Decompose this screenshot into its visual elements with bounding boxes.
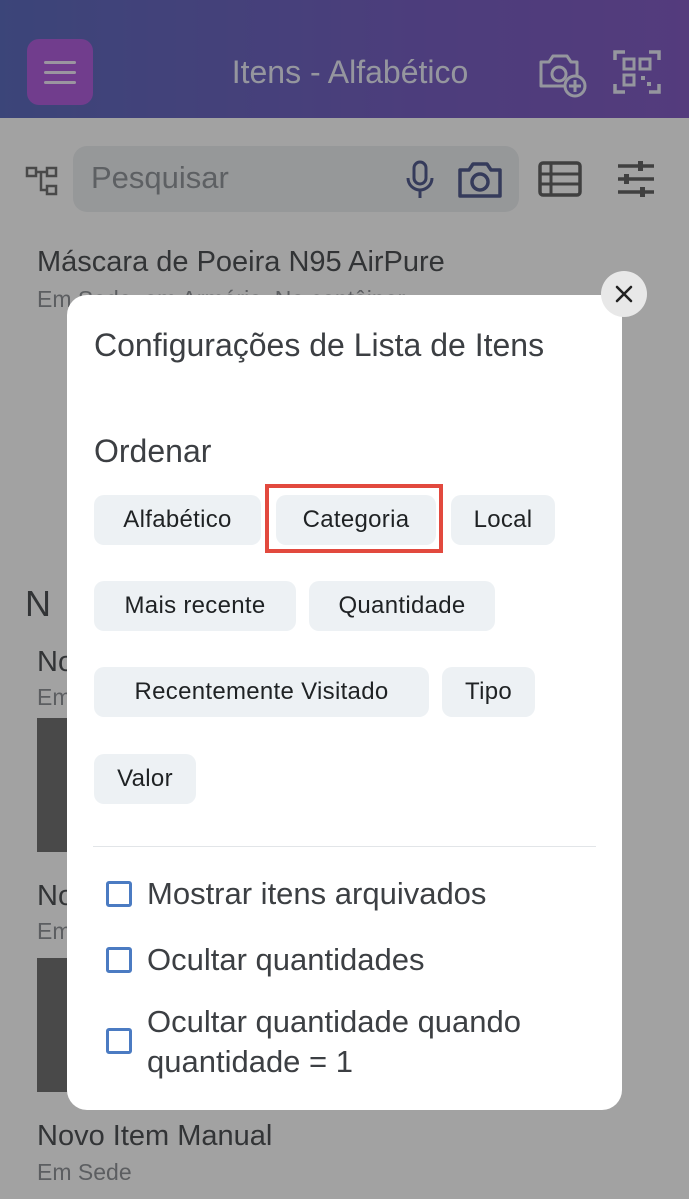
highlight-box <box>265 484 443 553</box>
sort-option-tipo[interactable]: Tipo <box>442 667 535 717</box>
sort-option-valor[interactable]: Valor <box>94 754 196 804</box>
checkbox-show-archived[interactable] <box>106 881 132 907</box>
sort-heading: Ordenar <box>94 433 212 469</box>
dialog-title: Configurações de Lista de Itens <box>94 327 545 363</box>
close-button[interactable] <box>601 271 647 317</box>
close-icon <box>615 285 633 303</box>
checkbox-hide-quantities[interactable] <box>106 947 132 973</box>
checkbox-label[interactable]: Mostrar itens arquivados <box>147 874 486 914</box>
checkbox-hide-quantity-one[interactable] <box>106 1028 132 1054</box>
sort-option-recentemente-visitado[interactable]: Recentemente Visitado <box>94 667 429 717</box>
sort-option-mais-recente[interactable]: Mais recente <box>94 581 296 631</box>
sort-option-local[interactable]: Local <box>451 495 555 545</box>
divider <box>93 846 596 847</box>
checkbox-label[interactable]: Ocultar quantidades <box>147 940 424 980</box>
sort-option-alfabetico[interactable]: Alfabético <box>94 495 261 545</box>
list-settings-dialog: Configurações de Lista de Itens Ordenar … <box>67 295 622 1110</box>
sort-option-quantidade[interactable]: Quantidade <box>309 581 495 631</box>
checkbox-label[interactable]: Ocultar quantidade quando quantidade = 1 <box>147 1002 602 1082</box>
